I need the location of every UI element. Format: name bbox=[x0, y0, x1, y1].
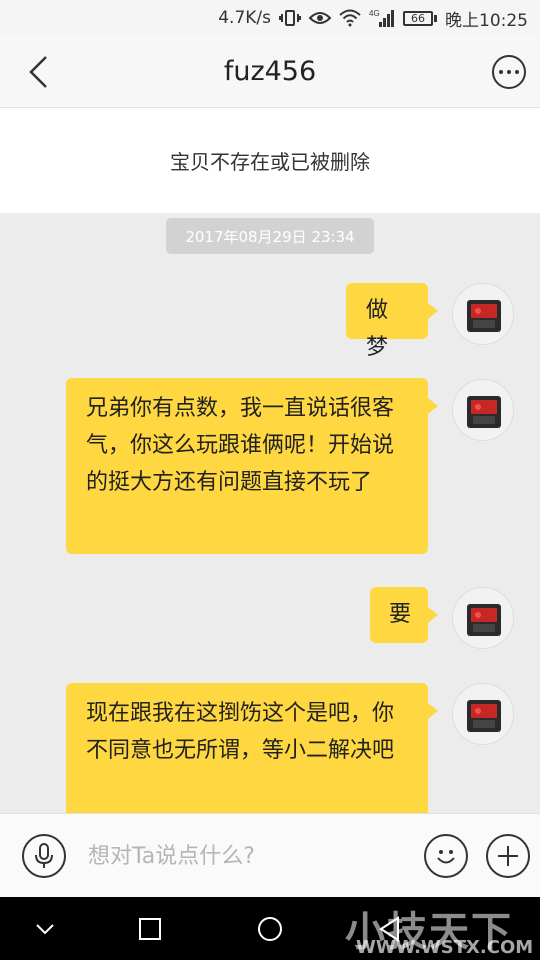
message-bubble[interactable]: 现在跟我在这捯饬这个是吧，你不同意也无所谓，等小二解决吧 bbox=[66, 683, 438, 813]
battery-icon: 66 bbox=[403, 10, 437, 26]
title-bar: fuz456 bbox=[0, 36, 540, 108]
message-bubble[interactable]: 要 bbox=[370, 587, 438, 643]
recents-icon bbox=[139, 918, 161, 940]
clock: 晚上10:25 bbox=[445, 10, 528, 31]
page-title: fuz456 bbox=[223, 56, 317, 87]
eye-icon bbox=[309, 8, 331, 28]
watermark-url: WWW.WSTX.COM bbox=[356, 937, 534, 958]
message-input[interactable] bbox=[88, 834, 408, 878]
more-button[interactable] bbox=[492, 55, 526, 89]
battery-level: 66 bbox=[403, 10, 433, 26]
recents-button[interactable] bbox=[132, 911, 168, 947]
home-icon bbox=[258, 917, 282, 941]
system-nav-bar: 小技天下 WWW.WSTX.COM bbox=[0, 897, 540, 960]
more-icon bbox=[499, 70, 503, 74]
add-button[interactable] bbox=[486, 834, 530, 878]
home-button[interactable] bbox=[252, 911, 288, 947]
nav-back-button[interactable] bbox=[27, 911, 63, 947]
signal-icon: 4G bbox=[369, 8, 395, 28]
status-bar: 4.7K/s 4G 66 晚上10:25 bbox=[0, 0, 540, 36]
item-notice[interactable]: 宝贝不存在或已被删除 bbox=[0, 108, 540, 213]
wifi-icon bbox=[339, 8, 361, 28]
message-bubble[interactable]: 做梦 bbox=[346, 283, 438, 360]
chat-area[interactable]: 2017年08月29日 23:34 做梦 兄弟你有点数，我一直说话很客气，你这么… bbox=[0, 213, 540, 813]
avatar-image bbox=[467, 604, 501, 636]
input-bar bbox=[0, 813, 540, 897]
message-timestamp: 2017年08月29日 23:34 bbox=[166, 218, 374, 254]
smiley-icon bbox=[437, 850, 455, 864]
avatar-image bbox=[467, 300, 501, 332]
message-bubble[interactable]: 兄弟你有点数，我一直说话很客气，你这么玩跟谁俩呢！开始说的挺大方还有问题直接不玩… bbox=[66, 378, 438, 554]
microphone-icon bbox=[35, 843, 53, 868]
network-speed: 4.7K/s bbox=[218, 8, 271, 28]
avatar[interactable] bbox=[452, 283, 514, 345]
avatar[interactable] bbox=[452, 683, 514, 745]
emoji-button[interactable] bbox=[424, 834, 468, 878]
avatar[interactable] bbox=[452, 379, 514, 441]
avatar-image bbox=[467, 700, 501, 732]
avatar[interactable] bbox=[452, 587, 514, 649]
voice-button[interactable] bbox=[22, 834, 66, 878]
avatar-image bbox=[467, 396, 501, 428]
plus-icon bbox=[498, 846, 518, 866]
network-type: 4G bbox=[369, 9, 380, 18]
nav-back-icon bbox=[36, 924, 54, 935]
vibrate-icon bbox=[279, 8, 301, 28]
